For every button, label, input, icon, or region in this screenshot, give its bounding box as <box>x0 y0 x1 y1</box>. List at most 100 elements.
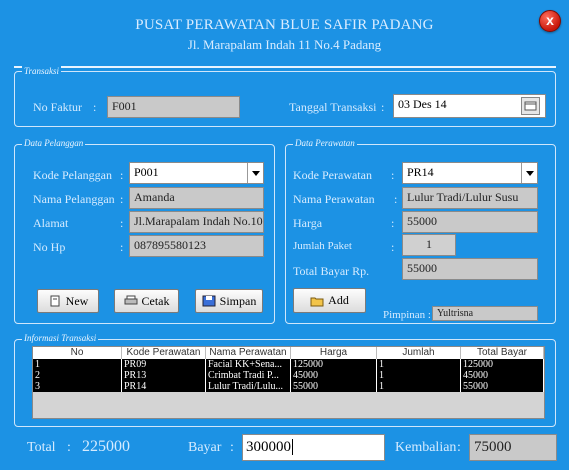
cell-nama: Lulur Tradi/Lulu... <box>206 381 291 392</box>
transaksi-table[interactable]: No Kode Perawatan Nama Perawatan Harga J… <box>32 346 545 419</box>
jumlah-paket-field[interactable]: 1 <box>402 234 456 256</box>
transaksi-divider <box>14 66 556 68</box>
simpan-button[interactable]: Simpan <box>195 289 263 313</box>
column-header-kode[interactable]: Kode Perawatan <box>122 347 206 359</box>
nohp-label: No Hp <box>33 240 66 254</box>
calendar-button[interactable] <box>521 97 540 115</box>
kode-perawatan-label: Kode Perawatan <box>293 168 372 182</box>
table-row[interactable]: 3 PR14 Lulur Tradi/Lulu... 55000 1 55000 <box>33 381 544 392</box>
cell-no: 3 <box>33 381 122 392</box>
harga-label: Harga <box>293 216 323 230</box>
transaksi-legend: Transaksi <box>22 66 62 76</box>
chevron-down-icon[interactable] <box>521 163 537 183</box>
column-header-total[interactable]: Total Bayar <box>461 347 544 359</box>
column-header-harga[interactable]: Harga <box>291 347 377 359</box>
colon: : <box>394 192 398 206</box>
kode-perawatan-value: PR14 <box>407 165 434 179</box>
add-label: Add <box>328 293 349 307</box>
kode-pelanggan-label: Kode Pelanggan <box>33 168 112 182</box>
cell-nama: Crimbat Tradi P... <box>206 370 291 381</box>
cell-harga: 55000 <box>291 381 377 392</box>
total-value: 225000 <box>82 438 130 455</box>
colon: : <box>120 168 124 182</box>
app-title: PUSAT PERAWATAN BLUE SAFIR PADANG <box>135 17 434 33</box>
nama-pelanggan-field[interactable]: Amanda <box>129 187 264 209</box>
cell-total: 55000 <box>461 381 544 392</box>
colon: : <box>93 100 97 114</box>
app-window: PUSAT PERAWATAN BLUE SAFIR PADANG Jl. Ma… <box>0 0 569 470</box>
cell-total: 45000 <box>461 370 544 381</box>
cell-harga: 125000 <box>291 359 377 370</box>
jumlah-paket-label: Jumlah Paket <box>293 240 352 252</box>
colon: : <box>381 100 385 114</box>
cell-kode: PR14 <box>122 381 206 392</box>
kode-perawatan-select[interactable]: PR14 <box>402 162 538 184</box>
cell-total: 125000 <box>461 359 544 370</box>
nohp-field[interactable]: 087895580123 <box>129 235 264 257</box>
pimpinan-field[interactable]: Yultrisna <box>432 306 538 321</box>
nama-pelanggan-label: Nama Pelanggan <box>33 192 115 206</box>
total-bayar-label: Total Bayar Rp. <box>293 264 370 278</box>
add-button[interactable]: Add <box>293 288 366 313</box>
column-header-jumlah[interactable]: Jumlah <box>377 347 461 359</box>
text-cursor <box>292 439 293 455</box>
colon: : <box>230 440 234 455</box>
tanggal-transaksi-label: Tanggal Transaksi <box>289 100 377 114</box>
colon: : <box>457 440 461 455</box>
colon: : <box>391 216 395 230</box>
tanggal-value: 03 Des 14 <box>398 97 447 111</box>
cell-jumlah: 1 <box>377 370 461 381</box>
harga-field[interactable]: 55000 <box>402 211 538 233</box>
colon: : <box>67 440 71 455</box>
app-address: Jl. Marapalam Indah 11 No.4 Padang <box>187 37 382 52</box>
no-faktur-field[interactable]: F001 <box>107 96 240 118</box>
close-icon: x <box>546 12 554 28</box>
save-icon <box>202 295 216 307</box>
column-header-no[interactable]: No <box>33 347 122 359</box>
new-document-icon <box>50 295 60 307</box>
colon: : <box>120 216 124 230</box>
simpan-label: Simpan <box>219 293 257 308</box>
new-label: New <box>65 293 89 308</box>
printer-icon <box>124 295 137 305</box>
new-button[interactable]: New <box>37 289 99 313</box>
cell-jumlah: 1 <box>377 381 461 392</box>
total-label: Total <box>27 440 56 455</box>
cell-kode: PR09 <box>122 359 206 370</box>
table-row[interactable]: 2 PR13 Crimbat Tradi P... 45000 1 45000 <box>33 370 544 381</box>
bayar-value: 300000 <box>246 439 291 455</box>
cell-nama: Facial KK+Sena... <box>206 359 291 370</box>
folder-add-icon <box>310 297 324 306</box>
kembalian-field[interactable]: 75000 <box>469 434 557 461</box>
kode-pelanggan-select[interactable]: P001 <box>129 162 264 184</box>
table-row[interactable]: 1 PR09 Facial KK+Sena... 125000 1 125000 <box>33 359 544 370</box>
no-faktur-label: No Faktur <box>33 100 82 114</box>
cell-no: 1 <box>33 359 122 370</box>
cell-kode: PR13 <box>122 370 206 381</box>
cell-jumlah: 1 <box>377 359 461 370</box>
pimpinan-label: Pimpinan : <box>383 309 431 321</box>
nama-perawatan-label: Nama Perawatan <box>293 192 375 206</box>
table-header: No Kode Perawatan Nama Perawatan Harga J… <box>33 347 544 359</box>
colon: : <box>391 168 395 182</box>
calendar-icon <box>524 101 537 111</box>
cell-harga: 45000 <box>291 370 377 381</box>
perawatan-legend: Data Perawatan <box>293 138 357 148</box>
alamat-field[interactable]: Jl.Marapalam Indah No.10 <box>129 211 264 233</box>
colon: : <box>120 192 124 206</box>
alamat-label: Alamat <box>33 216 69 230</box>
colon: : <box>120 240 124 254</box>
informasi-legend: Informasi Transaksi <box>22 333 99 343</box>
pelanggan-legend: Data Pelanggan <box>22 138 86 148</box>
nama-perawatan-field[interactable]: Lulur Tradi/Lulur Susu <box>402 187 538 209</box>
cell-no: 2 <box>33 370 122 381</box>
kode-pelanggan-value: P001 <box>134 165 159 179</box>
chevron-down-icon[interactable] <box>247 163 263 183</box>
cetak-button[interactable]: Cetak <box>114 289 179 313</box>
total-bayar-field[interactable]: 55000 <box>402 258 538 280</box>
close-button[interactable]: x <box>539 10 561 32</box>
column-header-nama[interactable]: Nama Perawatan <box>206 347 291 359</box>
bayar-input[interactable]: 300000 <box>242 434 385 461</box>
colon: : <box>391 240 395 254</box>
cetak-label: Cetak <box>141 293 170 308</box>
